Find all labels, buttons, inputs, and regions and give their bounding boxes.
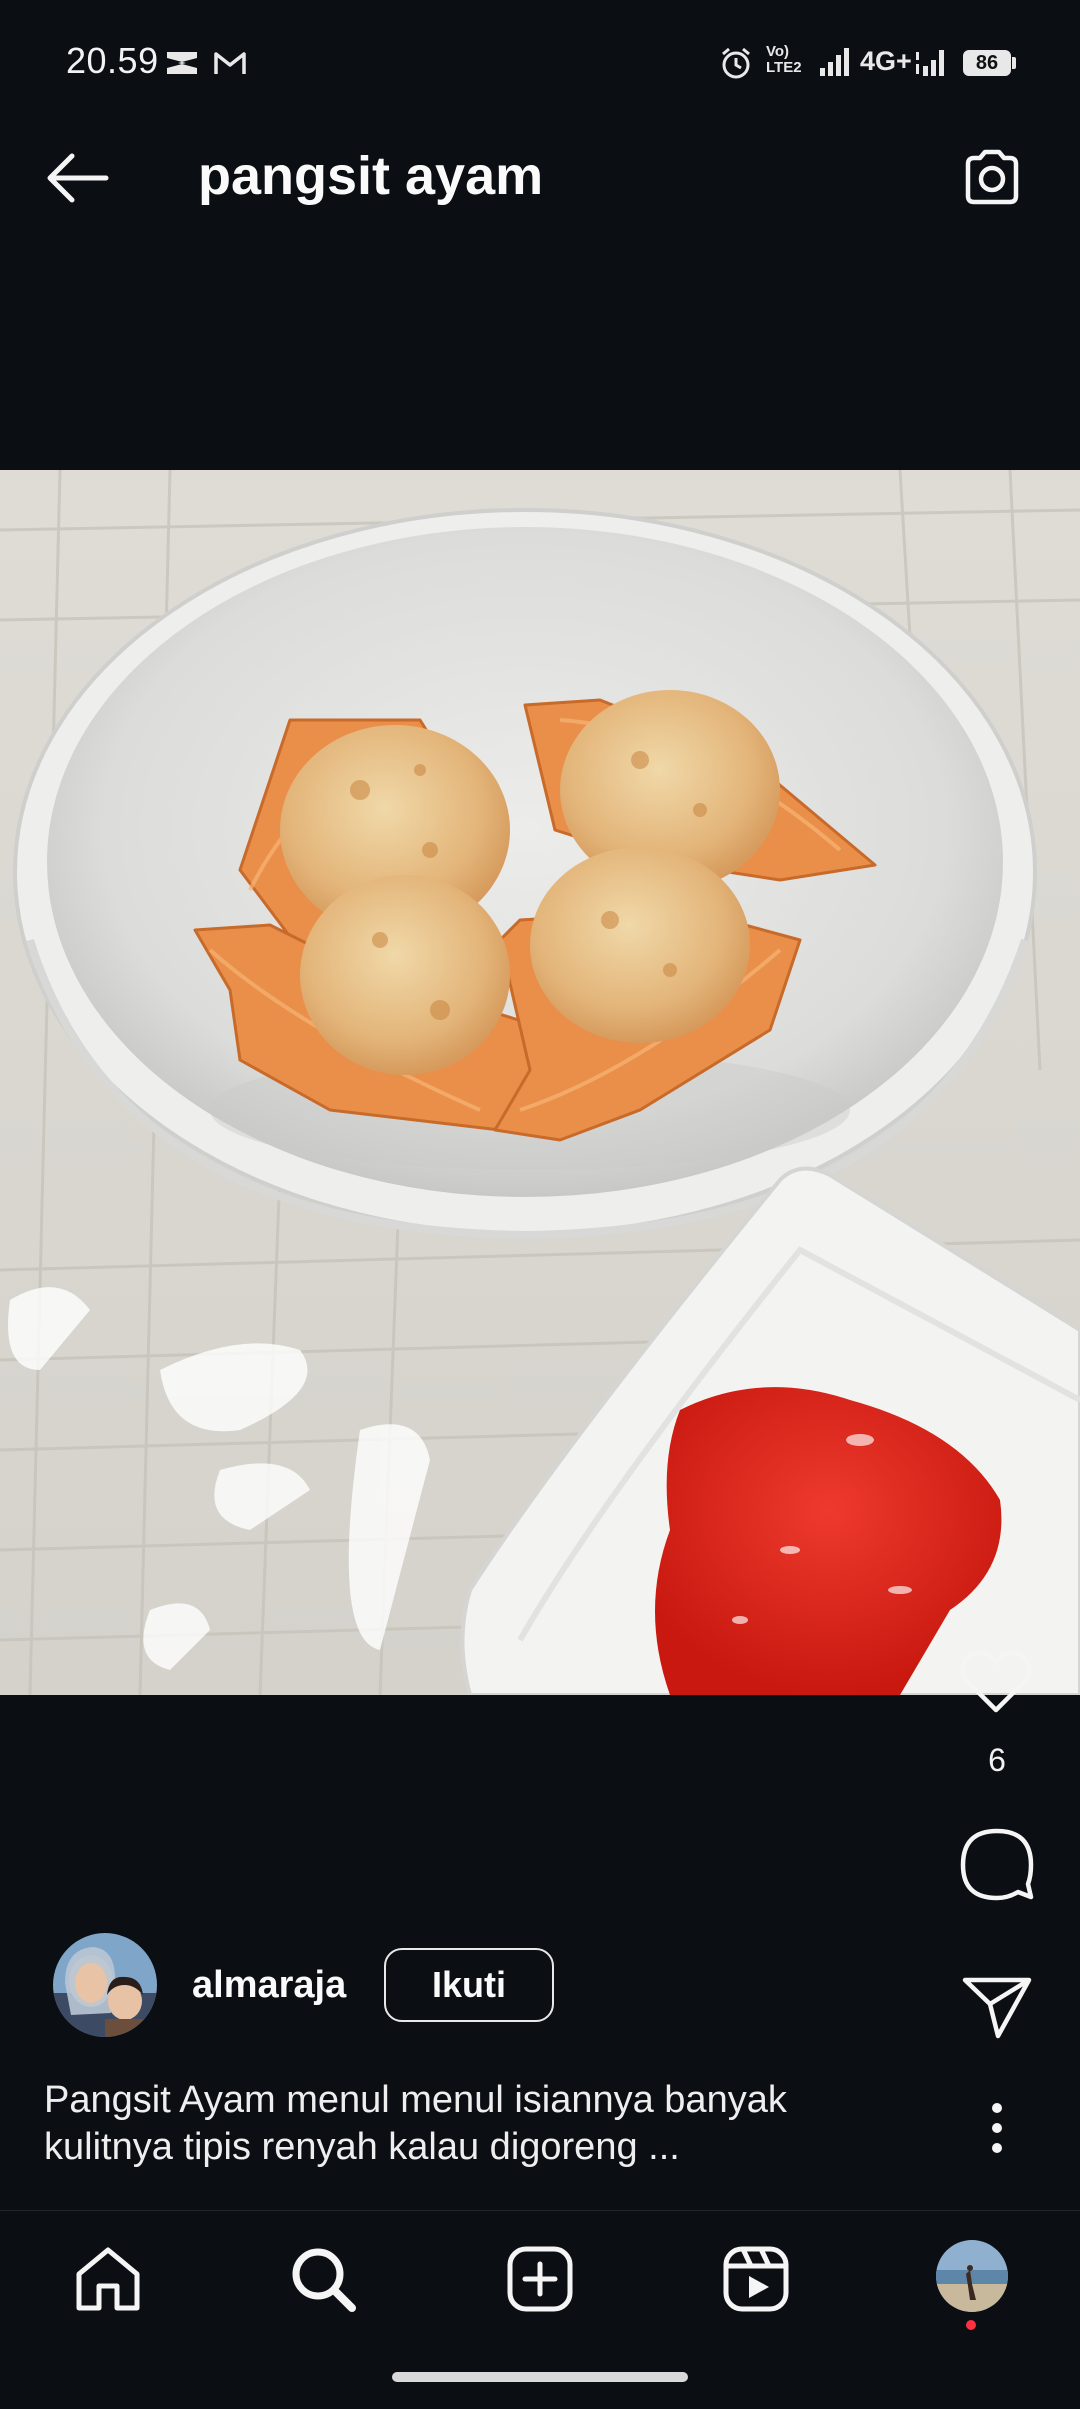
send-icon bbox=[962, 1977, 1032, 2039]
like-count: 6 bbox=[988, 1742, 1006, 1778]
heart-icon bbox=[960, 1650, 1032, 1713]
alarm-icon bbox=[722, 47, 750, 79]
share-button[interactable] bbox=[960, 1972, 1034, 2042]
reels-icon bbox=[723, 2246, 789, 2312]
camera-button[interactable] bbox=[958, 146, 1024, 210]
camera-icon bbox=[965, 149, 1019, 205]
caption-line: kulitnya tipis renyah kalau digoreng ... bbox=[44, 2126, 680, 2168]
home-icon bbox=[76, 2247, 140, 2311]
profile-avatar bbox=[936, 2240, 1008, 2312]
notification-dot bbox=[966, 2320, 976, 2330]
more-vertical-icon bbox=[992, 2103, 1002, 2153]
follow-button[interactable]: Ikuti bbox=[384, 1948, 554, 2022]
post-caption[interactable]: Pangsit Ayam menul menul isiannya banyak… bbox=[44, 2077, 924, 2171]
author-username[interactable]: almaraja bbox=[192, 1964, 346, 2007]
author-avatar[interactable] bbox=[53, 1933, 157, 2037]
status-time: 20.59 bbox=[66, 40, 159, 81]
comment-icon bbox=[960, 1828, 1034, 1901]
signal-icon-sim2 bbox=[916, 50, 944, 76]
signal-icon-sim1 bbox=[820, 48, 849, 76]
page-title: pangsit ayam bbox=[198, 146, 544, 206]
volte-bottom-label: LTE2 bbox=[766, 59, 802, 76]
post-image[interactable] bbox=[0, 470, 1080, 1695]
comment-button[interactable] bbox=[958, 1826, 1036, 1902]
home-indicator[interactable] bbox=[392, 2372, 688, 2382]
gmail-notification-icon bbox=[214, 52, 246, 74]
more-options-button[interactable] bbox=[982, 2100, 1012, 2156]
like-button[interactable] bbox=[958, 1648, 1034, 1716]
nav-reels-button[interactable] bbox=[721, 2244, 791, 2314]
volte-top-label: Vo) bbox=[766, 43, 790, 60]
arrow-left-icon bbox=[47, 153, 109, 203]
back-button[interactable] bbox=[44, 150, 110, 206]
search-icon bbox=[292, 2248, 356, 2312]
plus-square-icon bbox=[507, 2246, 573, 2312]
nav-home-button[interactable] bbox=[73, 2244, 143, 2314]
capcut-notification-icon bbox=[167, 52, 197, 74]
caption-line: Pangsit Ayam menul menul isiannya banyak bbox=[44, 2079, 787, 2121]
battery-tip bbox=[1012, 57, 1016, 69]
nav-create-button[interactable] bbox=[505, 2244, 575, 2314]
network-type: 4G+ bbox=[860, 46, 912, 76]
volte-indicator: Vo) LTE2 bbox=[766, 44, 802, 76]
nav-search-button[interactable] bbox=[288, 2244, 358, 2314]
nav-profile-button[interactable] bbox=[936, 2240, 1008, 2312]
battery-indicator: 86 bbox=[963, 50, 1011, 76]
